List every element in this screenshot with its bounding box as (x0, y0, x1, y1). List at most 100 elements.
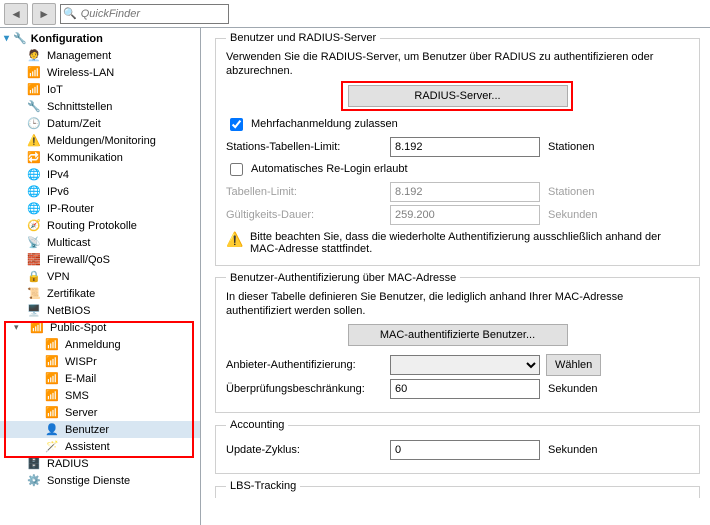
tree-item[interactable]: 🔁Kommunikation (0, 149, 200, 166)
tree-item[interactable]: 🌐IP-Router (0, 200, 200, 217)
tree-label: IP-Router (47, 203, 94, 215)
tree-item[interactable]: 🪄Assistent (0, 438, 200, 455)
group-radius: Benutzer und RADIUS-Server Verwenden Sie… (215, 32, 700, 266)
tree-item[interactable]: 🔒VPN (0, 268, 200, 285)
tree-label: IPv4 (47, 169, 69, 181)
group-accounting-legend: Accounting (226, 419, 288, 431)
table-limit-unit: Stationen (548, 186, 594, 198)
tree-icon: ⚠️ (26, 134, 42, 148)
provider-choose-button[interactable]: Wählen (546, 354, 601, 376)
tree-label: Firewall/QoS (47, 254, 110, 266)
tree-label: Public-Spot (50, 322, 106, 334)
table-limit-input (390, 182, 540, 202)
mac-desc: In dieser Tabelle definieren Sie Benutze… (226, 290, 689, 319)
tree-icon: 🖥️ (26, 304, 42, 318)
tree-icon: 🪄 (44, 440, 60, 454)
tree-item[interactable]: 📶 WISPr (0, 353, 200, 370)
station-limit-unit: Stationen (548, 141, 594, 153)
tree-icon: 🔁 (26, 151, 42, 165)
provider-auth-label: Anbieter-Authentifizierung: (226, 359, 384, 371)
tree-item-public-spot[interactable]: ▾📶Public-Spot (0, 319, 200, 336)
tree-icon: 🧭 (26, 219, 42, 233)
tree-label: Multicast (47, 237, 90, 249)
tree-item[interactable]: 📶 IoT (0, 81, 200, 98)
station-limit-input[interactable] (390, 137, 540, 157)
tree-item[interactable]: 📡 Multicast (0, 234, 200, 251)
tree-item[interactable]: 🧭Routing Protokolle (0, 217, 200, 234)
provider-auth-select[interactable] (390, 355, 540, 375)
tree-item[interactable]: 🗄️ RADIUS (0, 455, 200, 472)
update-cycle-input[interactable] (390, 440, 540, 460)
quickfinder-input[interactable] (79, 7, 226, 21)
tree-label: IPv6 (47, 186, 69, 198)
check-limit-input[interactable] (390, 379, 540, 399)
tree-item[interactable]: 📶Wireless-LAN (0, 64, 200, 81)
multi-login-check-input[interactable] (230, 118, 243, 131)
multi-login-checkbox[interactable]: Mehrfachanmeldung zulassen (226, 115, 689, 134)
tree-item[interactable]: 👤Benutzer (0, 421, 200, 438)
check-limit-unit: Sekunden (548, 383, 598, 395)
tree-icon: 📡 (26, 236, 42, 250)
tree-label: WISPr (65, 356, 97, 368)
quickfinder-box[interactable]: 🔍 (60, 4, 229, 24)
tree-item[interactable]: 📶Server (0, 404, 200, 421)
tree-item[interactable]: 🧑‍💼Management (0, 47, 200, 64)
tree-icon: 🧑‍💼 (26, 49, 42, 63)
tree-icon: 👤 (44, 423, 60, 437)
check-limit-label: Überprüfungsbeschränkung: (226, 383, 384, 395)
tree-label: Sonstige Dienste (47, 475, 130, 487)
tree-icon: 🌐 (26, 185, 42, 199)
group-mac-legend: Benutzer-Authentifizierung über MAC-Adre… (226, 272, 460, 284)
auto-relogin-checkbox[interactable]: Automatisches Re-Login erlaubt (226, 160, 689, 179)
warning-text: Bitte beachten Sie, dass die wiederholte… (250, 231, 689, 255)
top-toolbar: ◄ ► 🔍 (0, 0, 710, 28)
radius-desc: Verwenden Sie die RADIUS-Server, um Benu… (226, 50, 689, 79)
tree-item[interactable]: 🕒Datum/Zeit (0, 115, 200, 132)
tree-label: Meldungen/Monitoring (47, 135, 156, 147)
auto-relogin-check-input[interactable] (230, 163, 243, 176)
validity-input (390, 205, 540, 225)
tree-icon: 🌐 (26, 168, 42, 182)
tree-item[interactable]: 🌐 IPv6 (0, 183, 200, 200)
tree-item[interactable]: 🌐 IPv4 (0, 166, 200, 183)
tree-label: Wireless-LAN (47, 67, 114, 79)
validity-unit: Sekunden (548, 209, 598, 221)
tree-item[interactable]: 🔧 Schnittstellen (0, 98, 200, 115)
warning-icon: ⚠️ (226, 231, 242, 247)
tree-root[interactable]: ▾ 🔧 Konfiguration (0, 30, 200, 47)
tree-item[interactable]: 📶E-Mail (0, 370, 200, 387)
group-mac-auth: Benutzer-Authentifizierung über MAC-Adre… (215, 272, 700, 414)
mac-users-button[interactable]: MAC-authentifizierte Benutzer... (348, 324, 568, 346)
tree-icon: 🕒 (26, 117, 42, 131)
search-icon: 🔍 (63, 7, 77, 20)
tree-label: RADIUS (47, 458, 89, 470)
update-cycle-unit: Sekunden (548, 444, 598, 456)
radius-server-button[interactable]: RADIUS-Server... (348, 85, 568, 107)
tree-label: E-Mail (65, 373, 96, 385)
tree-label: Zertifikate (47, 288, 95, 300)
tree-item[interactable]: 🖥️ NetBIOS (0, 302, 200, 319)
nav-forward-button[interactable]: ► (32, 3, 56, 25)
tree-item[interactable]: ⚙️ Sonstige Dienste (0, 472, 200, 489)
tree-icon: ⚙️ (26, 474, 42, 488)
tree-icon: 🗄️ (26, 457, 42, 471)
tree-label: IoT (47, 84, 63, 96)
tree-label: Anmeldung (65, 339, 121, 351)
station-limit-label: Stations-Tabellen-Limit: (226, 141, 384, 153)
tree-item[interactable]: 🧱 Firewall/QoS (0, 251, 200, 268)
tree-icon: 🔧 (26, 100, 42, 114)
tree-label: Schnittstellen (47, 101, 112, 113)
tree-icon: 🧱 (26, 253, 42, 267)
tree-item[interactable]: 📜Zertifikate (0, 285, 200, 302)
tree-icon: 📶 (29, 321, 45, 335)
tree-label: SMS (65, 390, 89, 402)
tree-item[interactable]: ⚠️ Meldungen/Monitoring (0, 132, 200, 149)
tree-icon: 📶 (44, 355, 60, 369)
tree-icon: 📶 (26, 83, 42, 97)
nav-back-button[interactable]: ◄ (4, 3, 28, 25)
tree-item[interactable]: 📶Anmeldung (0, 336, 200, 353)
group-lbs: LBS-Tracking (215, 480, 700, 498)
tree-label: NetBIOS (47, 305, 90, 317)
validity-label: Gültigkeits-Dauer: (226, 209, 384, 221)
tree-item[interactable]: 📶SMS (0, 387, 200, 404)
